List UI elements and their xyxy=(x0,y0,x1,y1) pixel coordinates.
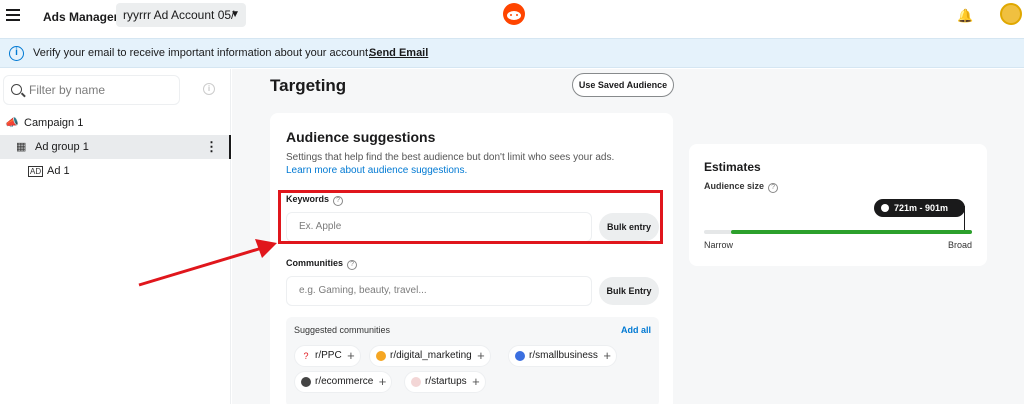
audience-range: 721m - 901m xyxy=(894,203,949,213)
search-icon xyxy=(11,84,22,95)
more-options-icon[interactable]: ⋮ xyxy=(205,135,218,159)
page-title: Targeting xyxy=(270,76,347,95)
community-icon xyxy=(411,377,421,387)
filter-placeholder: Filter by name xyxy=(29,83,106,97)
use-saved-audience-button[interactable]: Use Saved Audience xyxy=(572,73,674,97)
plus-icon: + xyxy=(477,348,485,363)
top-bar: Ads Manager ryyrrr Ad Account 05/ ▼ 🔔 xyxy=(0,0,1024,38)
estimates-card: Estimates Audience size? 721m - 901m Nar… xyxy=(689,144,987,266)
plus-icon: + xyxy=(472,374,480,389)
send-email-link[interactable]: Send Email xyxy=(369,39,428,68)
info-icon: i xyxy=(9,46,24,61)
audience-size-text: Audience size xyxy=(704,181,765,191)
community-name: r/PPC xyxy=(315,350,342,361)
communities-bulk-entry-button[interactable]: Bulk Entry xyxy=(599,277,659,305)
sidebar-item-campaign[interactable]: 📣 Campaign 1 xyxy=(0,111,231,135)
community-icon xyxy=(515,351,525,361)
people-icon xyxy=(881,204,889,212)
community-chip[interactable]: r/ecommerce + xyxy=(294,371,393,393)
suggested-communities: Suggested communities Add all ? r/PPC + … xyxy=(286,317,659,404)
reddit-logo-icon[interactable] xyxy=(503,3,525,25)
info-icon[interactable]: i xyxy=(203,83,215,95)
ad-icon: AD xyxy=(28,166,44,177)
community-chip[interactable]: r/digital_marketing + xyxy=(369,345,491,367)
chevron-down-icon: ▼ xyxy=(230,9,240,20)
bell-icon[interactable]: 🔔 xyxy=(957,8,973,24)
banner-message: Verify your email to receive important i… xyxy=(33,47,372,59)
community-icon: ? xyxy=(301,351,311,361)
community-chip[interactable]: r/smallbusiness + xyxy=(508,345,617,367)
audience-size-label: Audience size? xyxy=(704,181,779,193)
account-select[interactable]: ryyrrr Ad Account 05/ ▼ xyxy=(116,3,246,27)
hamburger-icon[interactable] xyxy=(6,9,20,21)
community-name: r/ecommerce xyxy=(315,376,374,387)
community-name: r/smallbusiness xyxy=(529,350,598,361)
help-icon[interactable]: ? xyxy=(347,260,358,270)
communities-label-text: Communities xyxy=(286,258,344,268)
help-icon[interactable]: ? xyxy=(768,183,779,193)
grid-icon: ▦ xyxy=(16,141,27,153)
plus-icon: + xyxy=(378,374,387,389)
broad-label: Broad xyxy=(947,240,972,250)
sidebar-item-label: Ad group 1 xyxy=(35,141,89,153)
community-name: r/digital_marketing xyxy=(390,350,472,361)
audience-size-bar xyxy=(704,230,972,234)
plus-icon: + xyxy=(603,348,611,363)
verify-email-banner: i Verify your email to receive important… xyxy=(0,38,1024,68)
sidebar: Filter by name i 📣 Campaign 1 ▦ Ad group… xyxy=(0,69,231,404)
sidebar-item-ad-group[interactable]: ▦ Ad group 1 ⋮ xyxy=(0,135,231,159)
community-icon xyxy=(376,351,386,361)
avatar[interactable] xyxy=(1000,3,1022,25)
account-name: ryyrrr Ad Account 05/ xyxy=(123,8,235,22)
filter-input[interactable]: Filter by name xyxy=(3,75,180,105)
community-chip[interactable]: r/startups + xyxy=(404,371,486,393)
estimates-title: Estimates xyxy=(704,160,761,174)
keywords-highlight-box xyxy=(278,190,663,244)
megaphone-icon: 📣 xyxy=(5,117,19,129)
sidebar-item-label: Campaign 1 xyxy=(24,117,84,129)
add-all-link[interactable]: Add all xyxy=(621,325,651,335)
sidebar-item-label: Ad 1 xyxy=(47,165,70,177)
learn-more-link[interactable]: Learn more about audience suggestions. xyxy=(286,165,467,176)
communities-input[interactable]: e.g. Gaming, beauty, travel... xyxy=(286,276,592,306)
communities-label: Communities? xyxy=(286,258,358,270)
sidebar-item-ad[interactable]: AD Ad 1 xyxy=(0,159,231,183)
card-title: Audience suggestions xyxy=(286,129,436,145)
community-icon xyxy=(301,377,311,387)
community-chip[interactable]: ? r/PPC + xyxy=(294,345,361,367)
suggested-title: Suggested communities xyxy=(294,325,391,335)
audience-size-fill xyxy=(731,230,972,234)
audience-range-badge: 721m - 901m xyxy=(874,199,965,217)
community-name: r/startups xyxy=(425,376,467,387)
narrow-label: Narrow xyxy=(704,240,734,250)
plus-icon: + xyxy=(347,348,355,363)
card-description: Settings that help find the best audienc… xyxy=(286,152,615,163)
audience-suggestions-card: Audience suggestions Settings that help … xyxy=(270,113,673,404)
app-title: Ads Manager xyxy=(43,10,119,24)
